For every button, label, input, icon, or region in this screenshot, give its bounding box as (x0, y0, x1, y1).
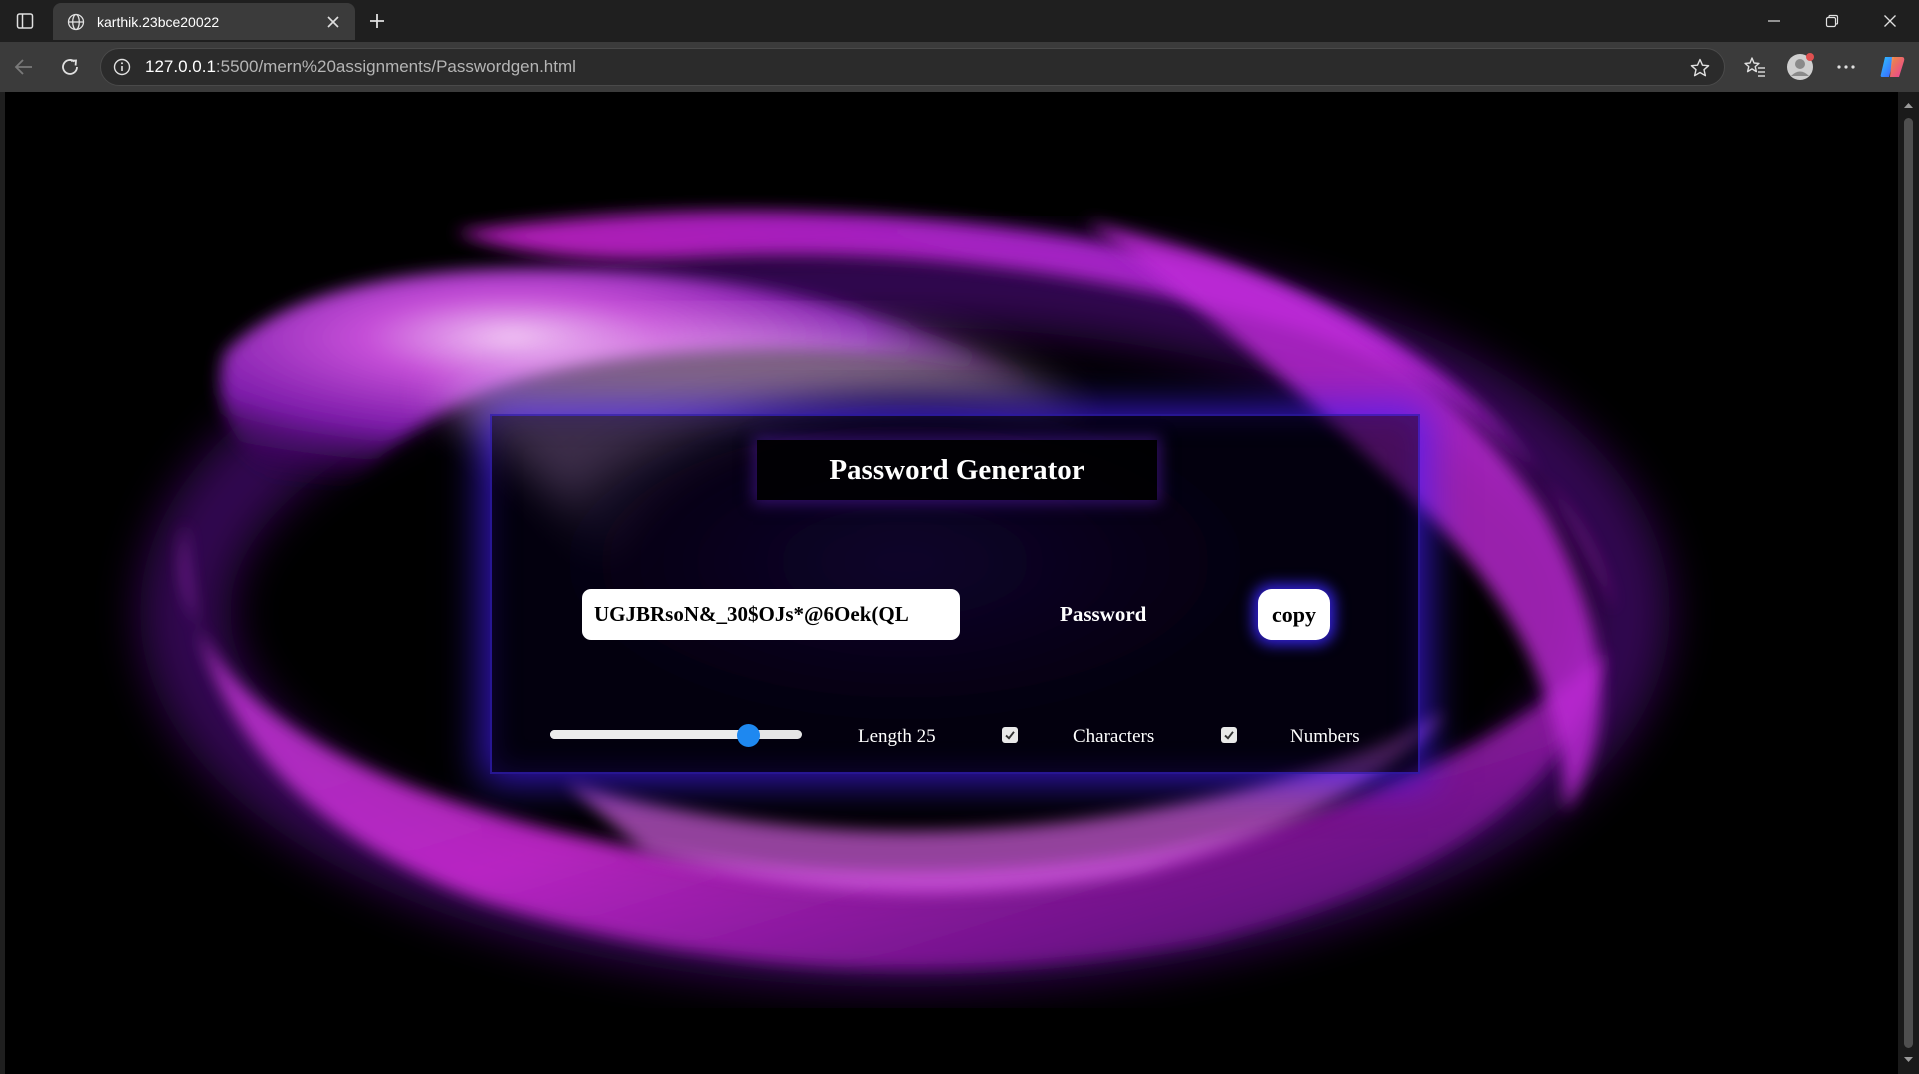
page-scrollbar[interactable] (1898, 92, 1919, 1074)
url-text: 127.0.0.1:5500/mern%20assignments/Passwo… (145, 57, 576, 77)
close-icon[interactable] (319, 8, 347, 36)
length-label: Length 25 (858, 726, 936, 747)
length-slider[interactable] (550, 724, 802, 747)
slider-fill (550, 730, 749, 739)
plus-icon[interactable] (362, 6, 392, 36)
profile-icon[interactable] (1784, 51, 1816, 83)
copy-button[interactable]: copy (1258, 589, 1330, 640)
scroll-down-icon[interactable] (1903, 1054, 1914, 1065)
scroll-thumb[interactable] (1904, 118, 1913, 1048)
url-path: :5500/mern%20assignments/Passwordgen.htm… (215, 57, 576, 76)
minimize-icon[interactable] (1745, 0, 1803, 42)
favorites-icon[interactable] (1739, 51, 1771, 83)
globe-icon (65, 11, 87, 33)
title-box: Password Generator (757, 440, 1157, 500)
tab-title: karthik.23bce20022 (97, 13, 220, 30)
password-output-field[interactable]: UGJBRsoN&_30$OJs*@6Oek(QL (582, 589, 960, 640)
reload-icon[interactable] (54, 51, 86, 83)
numbers-label: Numbers (1290, 726, 1360, 747)
url-host: 127.0.0.1 (145, 57, 216, 76)
password-label: Password (1060, 602, 1147, 626)
page-title: Password Generator (829, 453, 1085, 486)
page-viewport: Password Generator UGJBRsoN&_30$OJs*@6Oe… (5, 92, 1898, 1074)
close-window-icon[interactable] (1861, 0, 1919, 42)
sidebar-toggle-icon[interactable] (10, 6, 40, 36)
characters-label: Characters (1073, 726, 1155, 747)
password-generator-card: Password Generator UGJBRsoN&_30$OJs*@6Oe… (490, 414, 1420, 774)
browser-tab[interactable]: karthik.23bce20022 (53, 3, 355, 40)
more-icon[interactable] (1830, 51, 1862, 83)
back-arrow-icon[interactable] (8, 51, 40, 83)
slider-thumb[interactable] (737, 724, 760, 747)
restore-icon[interactable] (1803, 0, 1861, 42)
info-icon[interactable] (111, 56, 133, 78)
checkmark-icon (1224, 731, 1234, 740)
browser-toolbar: 127.0.0.1:5500/mern%20assignments/Passwo… (0, 42, 1919, 92)
characters-checkbox[interactable] (1002, 727, 1018, 743)
scroll-up-icon[interactable] (1903, 100, 1914, 111)
star-icon[interactable] (1688, 56, 1712, 80)
checkmark-icon (1005, 731, 1015, 740)
tab-bar: karthik.23bce20022 (0, 0, 1919, 42)
numbers-checkbox[interactable] (1221, 727, 1237, 743)
copilot-icon[interactable] (1877, 51, 1909, 83)
address-bar[interactable]: 127.0.0.1:5500/mern%20assignments/Passwo… (100, 48, 1725, 86)
